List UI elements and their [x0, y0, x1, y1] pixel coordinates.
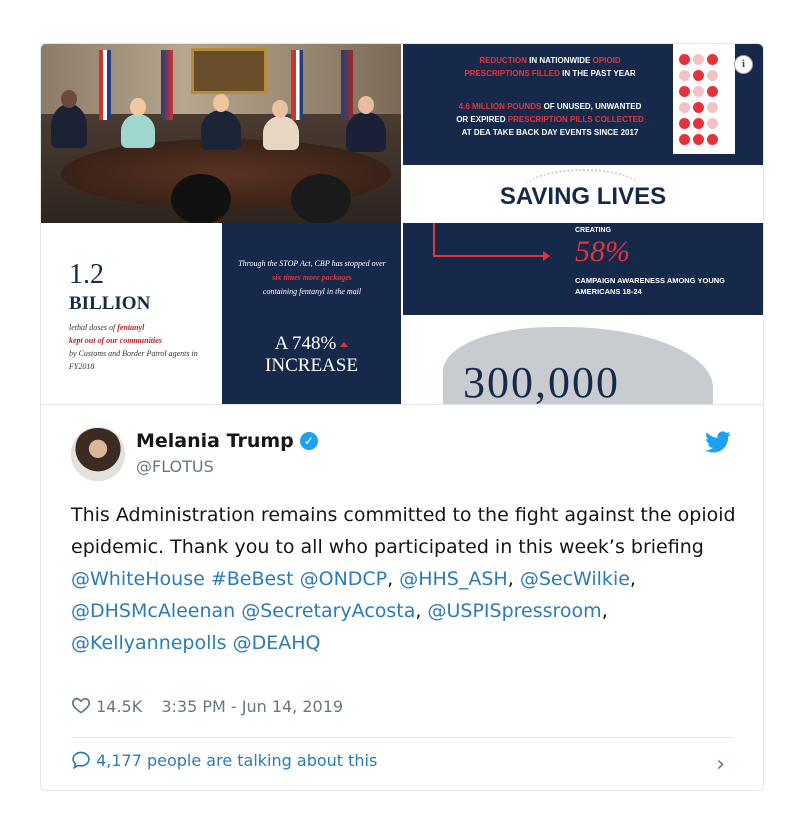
- mention-link[interactable]: @DHSMcAleenan: [71, 600, 235, 622]
- increase-arrow-icon: [340, 342, 349, 348]
- twitter-bird-icon[interactable]: [705, 431, 731, 453]
- mention-link[interactable]: @USPISpressroom: [428, 600, 602, 622]
- tweet-body: Melania Trump ✓ @FLOTUS This Administrati…: [41, 404, 763, 790]
- saving-lives-panel: SAVING LIVES: [403, 165, 763, 223]
- author-handle[interactable]: @FLOTUS: [136, 457, 214, 476]
- tweet-meta: 14.5K 3:35 PM - Jun 14, 2019: [71, 695, 343, 716]
- heart-icon[interactable]: [71, 695, 91, 715]
- speech-bubble-icon: [72, 751, 90, 770]
- fentanyl-doses-panel: 1.2 BILLION lethal doses of fentanyl kep…: [41, 223, 222, 404]
- mention-link[interactable]: @Kellyannepolls: [71, 632, 227, 654]
- mention-link[interactable]: @SecretaryAcosta: [241, 600, 415, 622]
- mention-link[interactable]: @HHS_ASH: [399, 568, 507, 590]
- mention-link[interactable]: @DEAHQ: [233, 632, 321, 654]
- verified-badge-icon: ✓: [299, 432, 318, 450]
- saving-lives-title: SAVING LIVES: [499, 183, 667, 210]
- divider: [71, 737, 733, 738]
- timestamp[interactable]: 3:35 PM - Jun 14, 2019: [161, 697, 343, 716]
- author-name[interactable]: Melania Trump ✓: [136, 430, 318, 452]
- us-map-panel: 300,000: [403, 315, 763, 404]
- briefing-photo: [41, 44, 401, 223]
- campaign-awareness-panel: CREATING 58% CAMPAIGN AWARENESS AMONG YO…: [403, 223, 763, 315]
- tweet-card[interactable]: REDUCTION IN NATIONWIDE OPIOID PRESCRIPT…: [40, 43, 764, 791]
- chevron-right-icon[interactable]: ›: [716, 752, 725, 777]
- mention-link[interactable]: @ONDCP: [300, 568, 388, 590]
- like-count[interactable]: 14.5K: [96, 697, 142, 716]
- conversation-link[interactable]: 4,177 people are talking about this ›: [71, 750, 733, 780]
- avatar[interactable]: [71, 427, 125, 481]
- opioid-stats-panel: REDUCTION IN NATIONWIDE OPIOID PRESCRIPT…: [403, 44, 763, 165]
- tweet-text: This Administration remains committed to…: [71, 504, 736, 654]
- mention-link[interactable]: @SecWilkie: [520, 568, 630, 590]
- painting: [191, 48, 267, 94]
- info-icon[interactable]: i: [734, 55, 753, 74]
- pill-graphic: [673, 44, 735, 154]
- map-number: 300,000: [463, 358, 620, 404]
- hashtag-link[interactable]: #BeBest: [211, 568, 294, 590]
- awareness-percent: 58%: [575, 235, 630, 268]
- mention-link[interactable]: @WhiteHouse: [71, 568, 205, 590]
- tweet-media[interactable]: REDUCTION IN NATIONWIDE OPIOID PRESCRIPT…: [41, 44, 763, 404]
- stop-act-panel: Through the STOP Act, CBP has stopped ov…: [222, 223, 401, 404]
